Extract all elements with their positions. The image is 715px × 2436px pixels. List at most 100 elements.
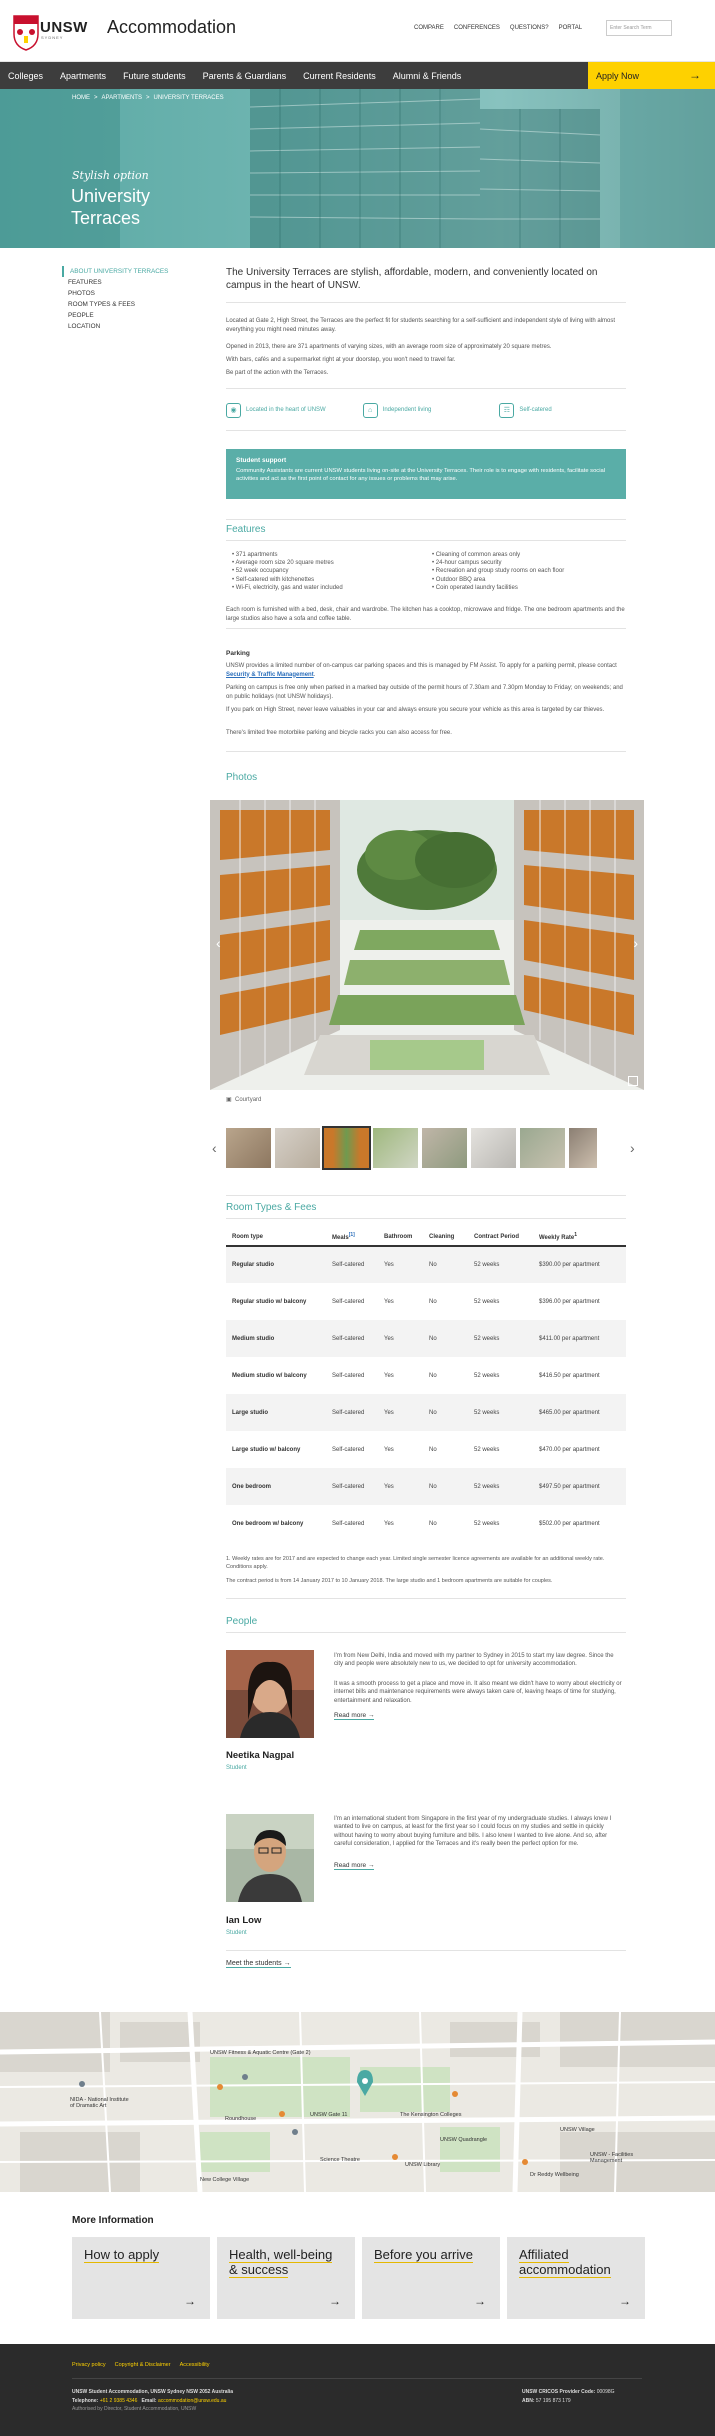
utility-conferences[interactable]: CONFERENCES — [454, 25, 500, 31]
nav-parents-guardians[interactable]: Parents & Guardians — [203, 71, 287, 81]
breadcrumb-home[interactable]: HOME — [72, 95, 90, 101]
table-row: Regular studio w/ balcony Self-catered Yes… — [232, 1298, 600, 1305]
intro-paragraph-3: With bars, cafés and a supermarket right… — [226, 357, 456, 363]
table-row: One bedroom Self-catered Yes No 52 weeks $497… — [226, 1468, 626, 1505]
table-row: One bedroom w/ balcony Self-catered Yes No 5… — [232, 1520, 600, 1527]
footer-links: Privacy policy Copyright & Disclaimer Ac… — [72, 2362, 210, 2368]
table-row: Medium studio w/ balcony Self-catered Yes N… — [232, 1372, 600, 1379]
divider — [226, 302, 626, 303]
divider — [226, 628, 626, 629]
site-footer: Privacy policy Copyright & Disclaimer Ac… — [0, 2344, 715, 2436]
avatar-neetika[interactable] — [226, 1650, 314, 1738]
gallery-prev-icon[interactable]: ‹ — [216, 935, 221, 951]
nav-future-students[interactable]: Future students — [123, 71, 186, 81]
thumbnail[interactable] — [520, 1128, 565, 1168]
read-more-ian[interactable]: Read more → — [334, 1862, 375, 1870]
location-map[interactable]: UNSW Fitness & Aquatic Centre (Gate 2) N… — [0, 2012, 715, 2192]
arrow-right-icon: → — [619, 2294, 631, 2308]
thumbnail[interactable] — [422, 1128, 467, 1168]
meet-the-students-link[interactable]: Meet the students → — [226, 1960, 291, 1968]
card-how-to-apply[interactable]: How to apply → — [72, 2237, 210, 2319]
bio-neetika-1: I'm from New Delhi, India and moved with… — [334, 1653, 614, 1668]
nav-apartments[interactable]: Apartments — [60, 71, 106, 81]
divider — [226, 751, 626, 752]
fullscreen-icon[interactable] — [628, 1076, 638, 1086]
sidebar-item-room-types[interactable]: ROOM TYPES & FEES — [62, 299, 192, 310]
thumbnail[interactable] — [373, 1128, 418, 1168]
hero-tagline: Stylish option — [72, 169, 149, 182]
col-cleaning: Cleaning — [423, 1228, 468, 1247]
security-traffic-link[interactable]: Security & Traffic Management — [226, 672, 314, 678]
chip-self-catered-label: Self-catered — [519, 407, 552, 413]
intro-paragraph-1: Located at Gate 2, High Street, the Terr… — [226, 318, 615, 333]
search-input[interactable]: Enter Search Term ⚲ — [606, 20, 672, 36]
more-info-heading: More Information — [72, 2215, 154, 2226]
feature-item: • Self-catered with kitchenettes — [232, 576, 315, 583]
intro-lead: The University Terraces are stylish, aff… — [226, 267, 598, 291]
sidebar-item-location[interactable]: LOCATION — [62, 321, 192, 332]
features-note: Each room is furnished with a bed, desk,… — [226, 607, 625, 622]
sidebar-item-about[interactable]: ABOUT UNIVERSITY TERRACES — [62, 266, 192, 277]
thumbs-next-icon[interactable]: › — [630, 1140, 635, 1156]
divider — [226, 540, 626, 541]
utility-nav: COMPARE CONFERENCES QUESTIONS? PORTAL — [414, 25, 582, 31]
logo-text[interactable]: UNSW — [40, 19, 88, 36]
divider — [226, 388, 626, 389]
table-row: Medium studio Self-catered Yes No 52 weeks $4… — [226, 1320, 626, 1357]
person-name-ian: Ian Low — [226, 1915, 262, 1926]
gallery-main-photo[interactable]: ‹ › — [210, 800, 644, 1090]
parking-paragraph-3: If you park on High Street, never leave … — [226, 707, 605, 713]
footer-cricos: UNSW CRICOS Provider Code: 00098G — [522, 2389, 615, 2395]
breadcrumb-current: UNIVERSITY TERRACES — [153, 95, 224, 101]
site-title[interactable]: Accommodation — [107, 17, 236, 38]
avatar-ian[interactable] — [226, 1814, 314, 1902]
feature-item: • 52 week occupancy — [232, 568, 289, 575]
courtyard-photo — [210, 800, 644, 1090]
thumbs-prev-icon[interactable]: ‹ — [212, 1140, 217, 1156]
thumbnail[interactable] — [226, 1128, 271, 1168]
bio-neetika-2: It was a smooth process to get a place a… — [334, 1681, 622, 1704]
thumbnail-active[interactable] — [322, 1126, 371, 1170]
card-affiliated-accommodation[interactable]: Affiliated accommodation → — [507, 2237, 645, 2319]
sidebar-item-features[interactable]: FEATURES — [62, 277, 192, 288]
intro-paragraph-4: Be part of the action with the Terraces. — [226, 370, 329, 376]
footer-accessibility-link[interactable]: Accessibility — [180, 2362, 210, 2368]
map-label: UNSW Village — [560, 2127, 595, 2133]
apply-now-button[interactable]: Apply Now → — [588, 62, 715, 89]
sidebar-item-people[interactable]: PEOPLE — [62, 310, 192, 321]
map-label: UNSW Gate 11 — [310, 2112, 348, 2118]
read-more-neetika[interactable]: Read more → — [334, 1712, 375, 1720]
fees-heading: Room Types & Fees — [226, 1202, 317, 1213]
divider — [72, 2378, 642, 2379]
footer-privacy-link[interactable]: Privacy policy — [72, 2362, 106, 2368]
utility-compare[interactable]: COMPARE — [414, 25, 444, 31]
gallery-thumbnails — [226, 1126, 626, 1170]
footer-email-link[interactable]: accommodation@unsw.edu.au — [158, 2398, 226, 2404]
nav-alumni-friends[interactable]: Alumni & Friends — [393, 71, 462, 81]
footer-phone-email: Telephone: +61 2 9385 4346 Email: accomm… — [72, 2397, 227, 2404]
divider — [226, 1195, 626, 1196]
map-label: The Kensington Colleges — [400, 2112, 462, 2118]
person-role-neetika: Student — [226, 1765, 247, 1771]
footer-address: UNSW Student Accommodation, UNSW Sydney … — [72, 2389, 234, 2395]
thumbnail[interactable] — [275, 1128, 320, 1168]
thumbnail[interactable] — [569, 1128, 597, 1168]
map-label: New College Village — [200, 2177, 250, 2183]
card-before-you-arrive[interactable]: Before you arrive → — [362, 2237, 500, 2319]
card-health-wellbeing[interactable]: Health, well-being & success → — [217, 2237, 355, 2319]
sidebar-item-photos[interactable]: PHOTOS — [62, 288, 192, 299]
table-row: Large studio Self-catered Yes No 52 weeks $46… — [226, 1394, 626, 1431]
parking-paragraph-2: Parking on campus is free only when park… — [226, 685, 623, 700]
footer-copyright-link[interactable]: Copyright & Disclaimer — [115, 2362, 171, 2368]
utility-questions[interactable]: QUESTIONS? — [510, 25, 549, 31]
nav-colleges[interactable]: Colleges — [8, 71, 43, 81]
nav-current-residents[interactable]: Current Residents — [303, 71, 376, 81]
gallery-next-icon[interactable]: › — [633, 935, 638, 951]
fees-footnote: 1. Weekly rates are for 2017 and are exp… — [226, 1556, 605, 1570]
breadcrumb-apartments[interactable]: APARTMENTS — [102, 95, 142, 101]
utility-portal[interactable]: PORTAL — [559, 25, 582, 31]
feature-item: • Coin operated laundry facilities — [432, 584, 518, 591]
thumbnail[interactable] — [471, 1128, 516, 1168]
page-title: University Terraces — [71, 186, 151, 228]
footer-phone-link[interactable]: +61 2 9385 4346 — [100, 2398, 138, 2404]
